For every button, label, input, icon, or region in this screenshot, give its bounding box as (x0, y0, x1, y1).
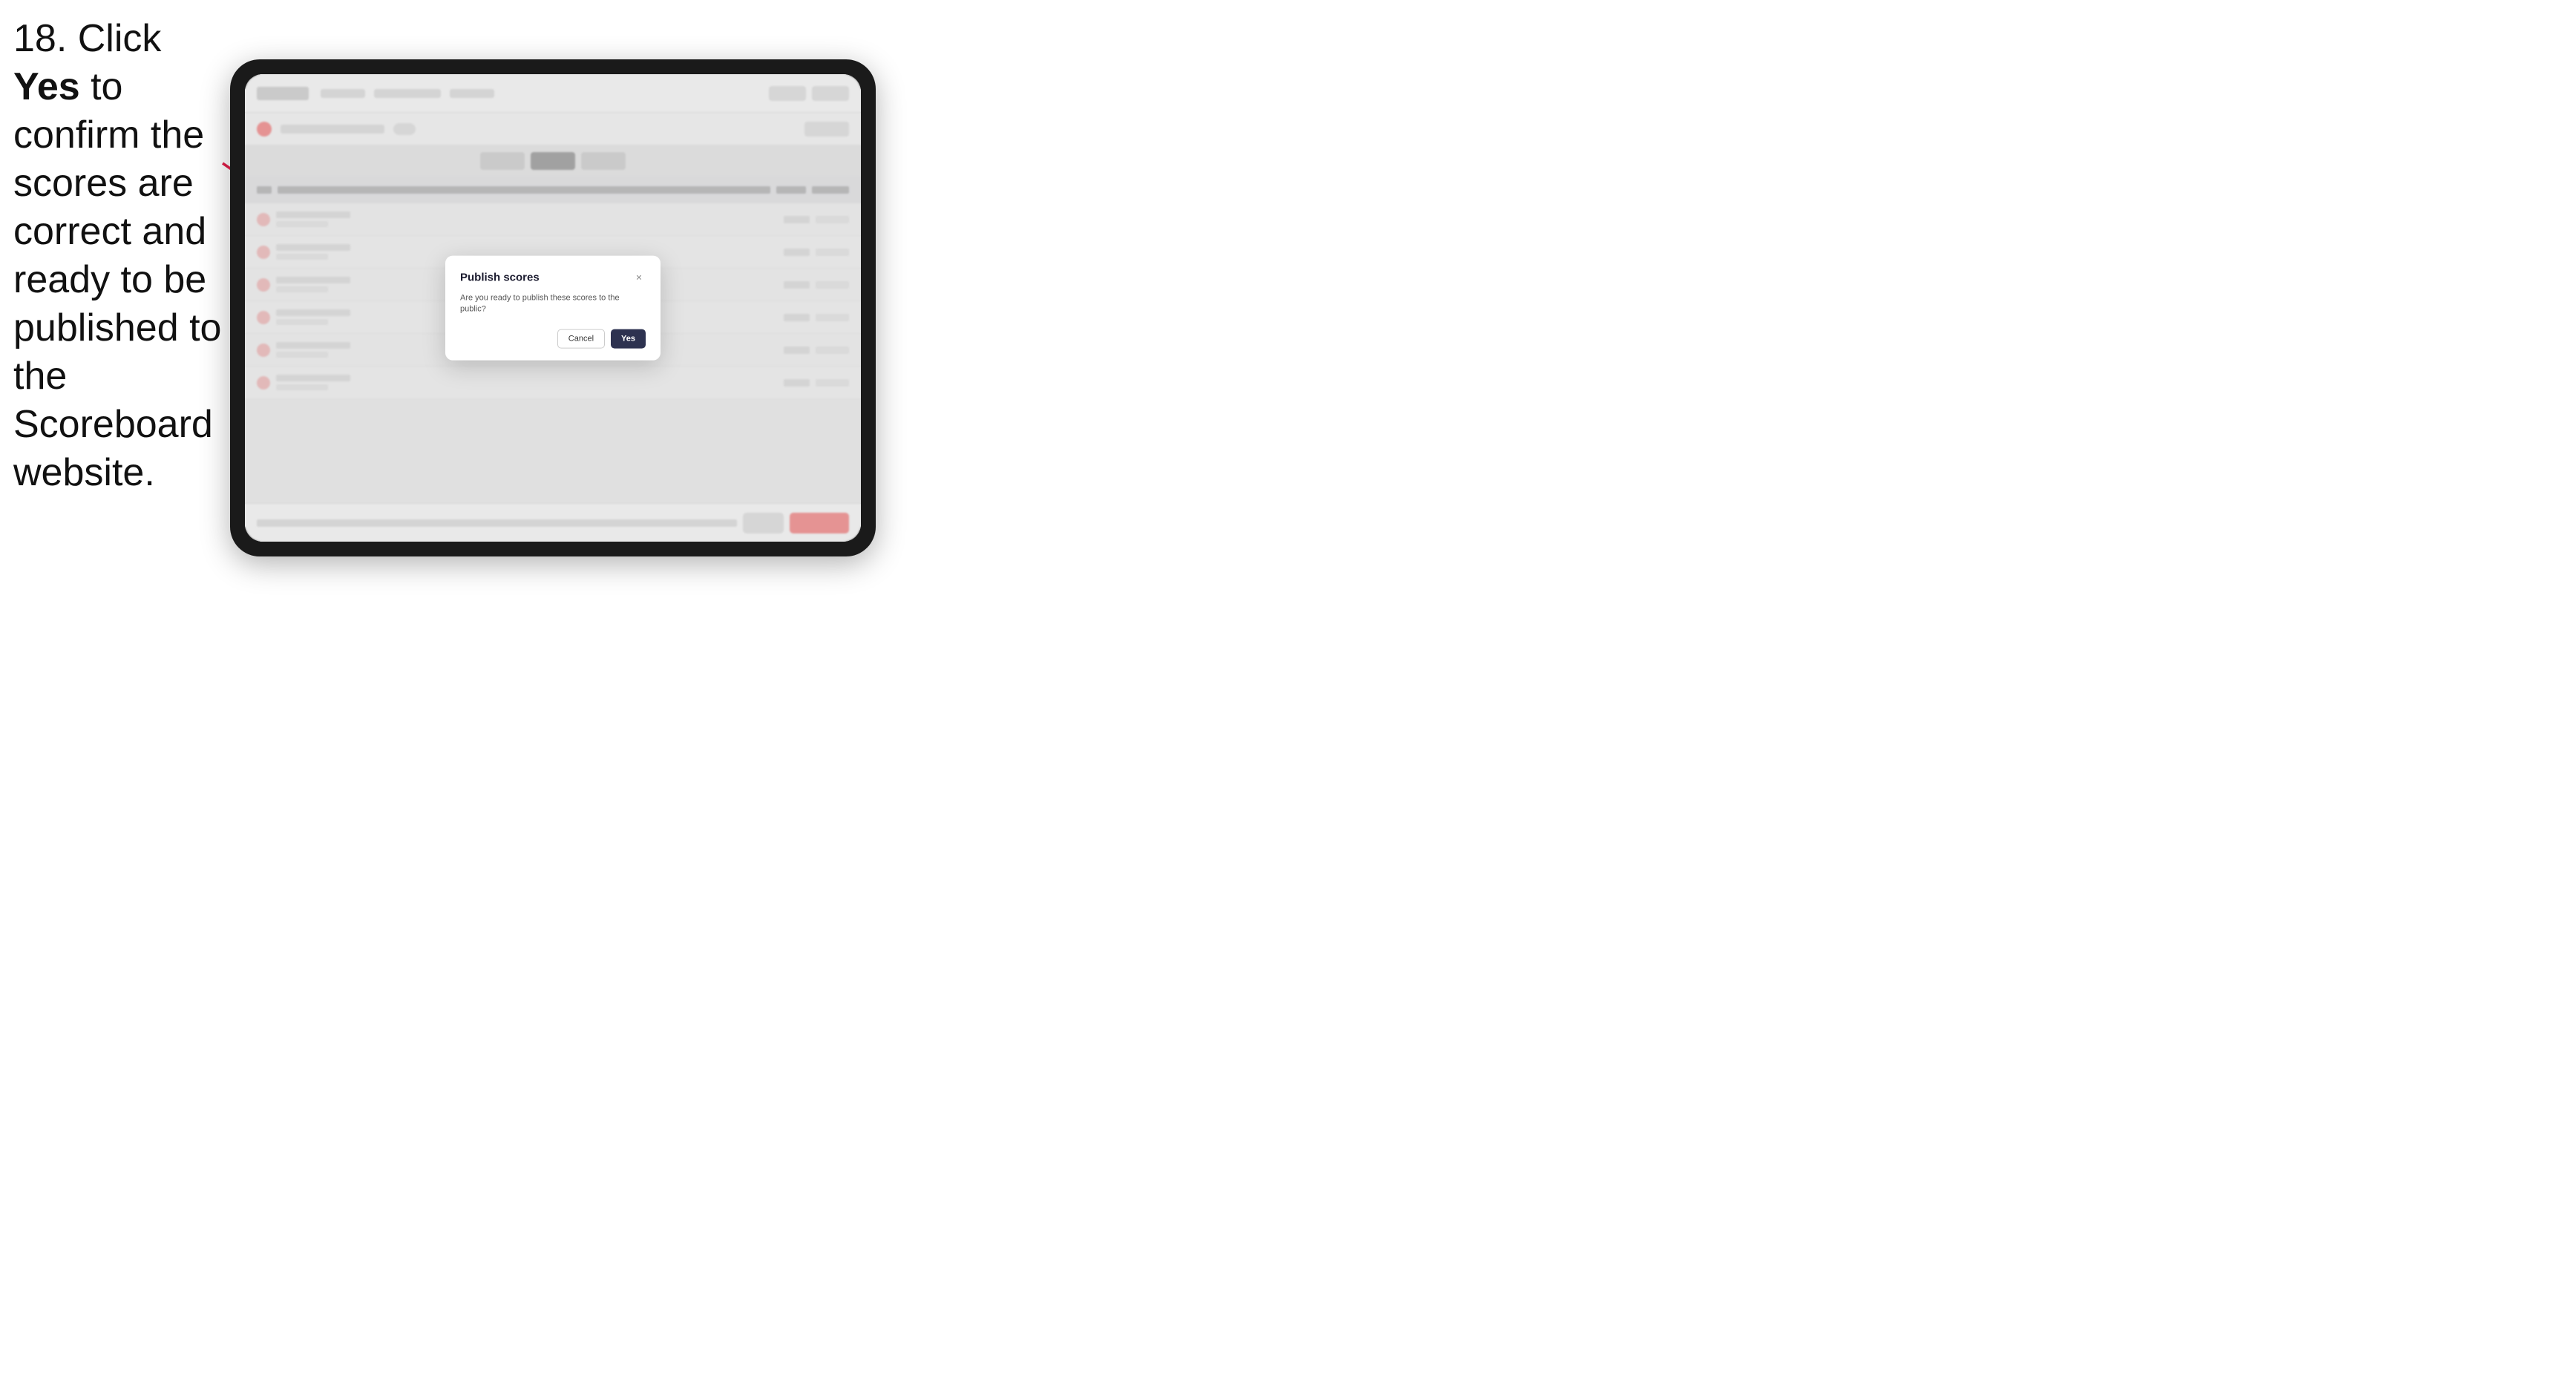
yes-button[interactable]: Yes (611, 329, 646, 348)
tablet-screen: Publish scores × Are you ready to publis… (245, 74, 861, 542)
modal-title: Publish scores (460, 271, 540, 283)
modal-footer: Cancel Yes (460, 329, 646, 348)
modal-header: Publish scores × (460, 271, 646, 284)
tablet-device: Publish scores × Are you ready to publis… (230, 59, 876, 556)
modal-body-text: Are you ready to publish these scores to… (460, 293, 646, 316)
instruction-block: 18. Click Yes to confirm the scores are … (13, 15, 229, 497)
instruction-text-part2: to confirm the scores are correct and re… (13, 65, 221, 494)
publish-scores-modal: Publish scores × Are you ready to publis… (445, 256, 661, 361)
cancel-button[interactable]: Cancel (557, 329, 605, 348)
instruction-text-part1: Click (78, 17, 162, 60)
modal-close-button[interactable]: × (632, 271, 646, 284)
step-number: 18. (13, 17, 67, 60)
yes-bold: Yes (13, 65, 80, 108)
